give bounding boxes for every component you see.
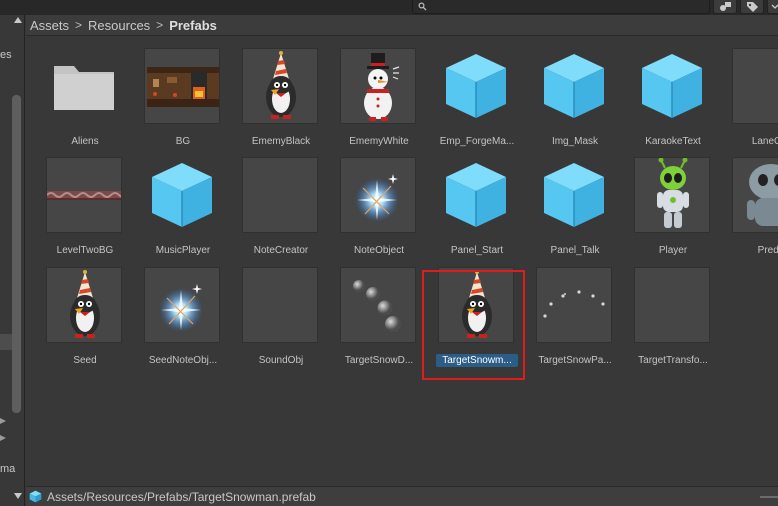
folder-tree-pane[interactable]: es ma: [0, 15, 25, 506]
asset-tile[interactable]: Seed: [36, 265, 126, 371]
asset-label: LaneCor: [751, 136, 778, 147]
sparkle-icon: [340, 157, 416, 233]
strip-image-icon: [46, 157, 122, 233]
sparkle-icon: [144, 267, 220, 343]
asset-tile[interactable]: Panel_Talk: [526, 155, 616, 261]
asset-tile[interactable]: TargetTransfo...: [624, 265, 714, 371]
snowballs-icon: [340, 267, 416, 343]
asset-label: TargetSnowPa...: [538, 355, 612, 366]
selection-highlight-box: [422, 270, 525, 380]
asset-tile[interactable]: Emp_ForgeMa...: [428, 46, 518, 152]
tree-arrow-icon: [0, 418, 6, 424]
selected-asset-path: Assets/Resources/Prefabs/TargetSnowman.p…: [47, 489, 316, 504]
penguin-icon: [46, 267, 122, 343]
breadcrumb: Assets > Resources > Prefabs: [26, 15, 778, 36]
status-bar: Assets/Resources/Prefabs/TargetSnowman.p…: [26, 486, 778, 506]
chevron-icon: [771, 4, 778, 9]
prefab-cube-icon: [536, 48, 612, 124]
asset-label: TargetTransfo...: [638, 355, 708, 366]
label-tag-icon: [747, 2, 758, 12]
search-field[interactable]: [412, 0, 710, 14]
asset-label: Panel_Start: [450, 245, 504, 256]
more-options-button[interactable]: [767, 0, 778, 14]
empty-prefab-icon: [732, 48, 778, 124]
prefab-cube-icon: [634, 48, 710, 124]
asset-label: NoteCreator: [253, 245, 309, 256]
asset-label: Aliens: [71, 136, 99, 147]
asset-label: TargetSnowD...: [344, 355, 414, 366]
icon-size-slider[interactable]: [760, 496, 778, 498]
tree-scrollbar-thumb[interactable]: [12, 95, 21, 413]
asset-tile[interactable]: MusicPlayer: [134, 155, 224, 261]
type-filter-icon: [720, 2, 731, 11]
empty-prefab-icon: [242, 157, 318, 233]
search-by-label-button[interactable]: [740, 0, 764, 14]
asset-label: Preda: [757, 245, 778, 256]
asset-label: Emp_ForgeMa...: [439, 136, 515, 147]
prefab-cube-icon: [438, 157, 514, 233]
scroll-up-arrow[interactable]: [14, 17, 22, 23]
asset-tile[interactable]: SoundObj: [232, 265, 322, 371]
breadcrumb-assets[interactable]: Assets: [30, 18, 69, 33]
prefab-cube-icon: [438, 48, 514, 124]
breadcrumb-separator: >: [156, 18, 164, 32]
breadcrumb-separator: >: [75, 18, 83, 32]
asset-tile[interactable]: TargetSnowPa...: [526, 265, 616, 371]
tree-item-fragment[interactable]: ma: [0, 463, 15, 475]
asset-tile[interactable]: LevelTwoBG: [36, 155, 126, 261]
folder-icon: [46, 48, 122, 124]
asset-tile[interactable]: NoteCreator: [232, 155, 322, 261]
asset-tile[interactable]: Preda: [722, 155, 778, 261]
search-by-type-button[interactable]: [713, 0, 737, 14]
snowman-icon: [340, 48, 416, 124]
asset-tile[interactable]: KaraokeText: [624, 46, 714, 152]
asset-label: EmemyWhite: [349, 136, 409, 147]
asset-tile[interactable]: Img_Mask: [526, 46, 616, 152]
asset-tile[interactable]: Aliens: [36, 46, 126, 152]
particles-icon: [536, 267, 612, 343]
asset-label: MusicPlayer: [155, 245, 211, 256]
prefab-cube-icon: [144, 157, 220, 233]
asset-label: Img_Mask: [551, 136, 599, 147]
breadcrumb-resources[interactable]: Resources: [88, 18, 150, 33]
predator-icon: [732, 157, 778, 233]
asset-label: Player: [658, 245, 688, 256]
asset-label: KaraokeText: [645, 136, 701, 147]
asset-label: Seed: [73, 355, 97, 366]
asset-tile[interactable]: EmemyWhite: [330, 46, 420, 152]
asset-tile[interactable]: Player: [624, 155, 714, 261]
asset-label: SoundObj: [258, 355, 304, 366]
prefab-cube-icon: [29, 490, 42, 503]
asset-tile[interactable]: LaneCor: [722, 46, 778, 152]
breadcrumb-prefabs[interactable]: Prefabs: [169, 18, 217, 33]
tree-arrow-icon: [0, 435, 6, 441]
background-image-icon: [144, 48, 220, 124]
prefab-cube-icon: [536, 157, 612, 233]
scroll-down-arrow[interactable]: [14, 493, 22, 499]
tree-item-fragment[interactable]: es: [0, 49, 12, 61]
asset-label: BG: [175, 136, 191, 147]
alien-icon: [634, 157, 710, 233]
asset-tile[interactable]: BG: [134, 46, 224, 152]
asset-tile[interactable]: EmemyBlack: [232, 46, 322, 152]
asset-label: Panel_Talk: [550, 245, 600, 256]
asset-tile[interactable]: TargetSnowD...: [330, 265, 420, 371]
tree-selection: [0, 334, 12, 350]
empty-prefab-icon: [242, 267, 318, 343]
asset-label: EmemyBlack: [251, 136, 311, 147]
empty-prefab-icon: [634, 267, 710, 343]
asset-tile[interactable]: SeedNoteObj...: [134, 265, 224, 371]
search-icon: [418, 2, 427, 11]
penguin-icon: [242, 48, 318, 124]
top-toolbar: [0, 0, 778, 15]
asset-tile[interactable]: NoteObject: [330, 155, 420, 261]
asset-tile[interactable]: Panel_Start: [428, 155, 518, 261]
asset-grid[interactable]: Aliens BG EmemyBlack EmemyWhite Emp_ForgeMa.…: [26, 36, 778, 486]
asset-label: LevelTwoBG: [56, 245, 114, 256]
asset-label: SeedNoteObj...: [148, 355, 218, 366]
asset-label: NoteObject: [353, 245, 405, 256]
